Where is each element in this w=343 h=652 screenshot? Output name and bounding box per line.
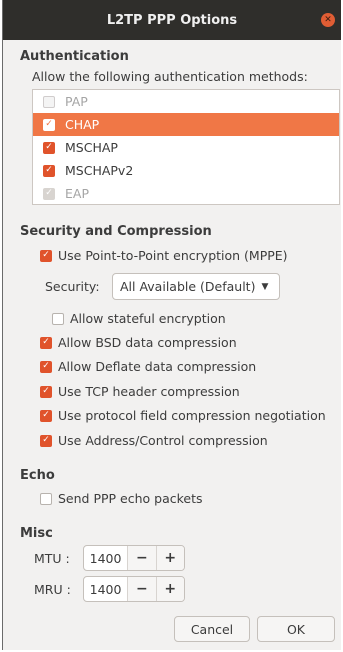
dialog-window: L2TP PPP Options ✕ Authentication Allow … [2, 0, 341, 650]
mru-spinbox: 1400 − + [83, 576, 185, 602]
auth-methods-list: PAP ✓ CHAP ✓ MSCHAP ✓ MSCHAPv2 ✓ EAP [32, 89, 340, 205]
stateful-option[interactable]: Allow stateful encryption [52, 311, 226, 326]
deflate-option[interactable]: ✓ Allow Deflate data compression [40, 359, 256, 374]
echo-heading: Echo [20, 468, 55, 483]
auth-method-label: CHAP [65, 117, 100, 132]
mru-increment-button[interactable]: + [155, 577, 184, 601]
echo-option[interactable]: Send PPP echo packets [40, 491, 203, 506]
misc-heading: Misc [20, 526, 53, 541]
chap-checkbox[interactable]: ✓ [43, 118, 55, 131]
auth-method-mschap[interactable]: ✓ MSCHAP [33, 136, 339, 159]
mschapv2-checkbox[interactable]: ✓ [43, 164, 55, 177]
close-icon[interactable]: ✕ [321, 13, 335, 27]
deflate-label: Allow Deflate data compression [58, 359, 257, 374]
pap-checkbox [43, 95, 55, 108]
tcp-label: Use TCP header compression [58, 384, 240, 399]
bsd-checkbox[interactable]: ✓ [40, 336, 52, 349]
authentication-subtitle: Allow the following authentication metho… [32, 69, 308, 84]
security-label: Security: [45, 279, 100, 294]
auth-method-label: MSCHAP [65, 140, 118, 155]
bsd-option[interactable]: ✓ Allow BSD data compression [40, 335, 237, 350]
mru-label: MRU : [34, 582, 71, 597]
deflate-checkbox[interactable]: ✓ [40, 360, 52, 373]
auth-method-label: PAP [65, 94, 88, 109]
auth-method-chap[interactable]: ✓ CHAP [33, 113, 339, 136]
stateful-checkbox[interactable] [52, 312, 64, 325]
mppe-label: Use Point-to-Point encryption (MPPE) [58, 248, 288, 263]
authentication-heading: Authentication [20, 49, 129, 64]
bsd-label: Allow BSD data compression [58, 335, 237, 350]
security-dropdown-value: All Available (Default) [120, 279, 256, 294]
eap-checkbox: ✓ [43, 187, 55, 200]
mtu-decrement-button[interactable]: − [127, 546, 156, 570]
mru-decrement-button[interactable]: − [127, 577, 156, 601]
chevron-down-icon: ▼ [261, 281, 269, 292]
tcp-checkbox[interactable]: ✓ [40, 385, 52, 398]
tcp-option[interactable]: ✓ Use TCP header compression [40, 384, 240, 399]
mtu-increment-button[interactable]: + [155, 546, 184, 570]
cancel-button[interactable]: Cancel [174, 616, 250, 642]
protocol-option[interactable]: ✓ Use protocol field compression negotia… [40, 408, 326, 423]
mschap-checkbox[interactable]: ✓ [43, 141, 55, 154]
protocol-checkbox[interactable]: ✓ [40, 409, 52, 422]
auth-method-pap: PAP [33, 90, 339, 113]
mtu-input[interactable]: 1400 [84, 546, 127, 570]
auth-method-mschapv2[interactable]: ✓ MSCHAPv2 [33, 159, 339, 182]
title-bar: L2TP PPP Options ✕ [3, 0, 341, 40]
echo-label: Send PPP echo packets [58, 491, 203, 506]
security-dropdown[interactable]: All Available (Default) ▼ [112, 273, 280, 300]
mru-input[interactable]: 1400 [84, 577, 127, 601]
address-option[interactable]: ✓ Use Address/Control compression [40, 433, 268, 448]
auth-method-eap: ✓ EAP [33, 182, 339, 205]
security-heading: Security and Compression [20, 224, 212, 239]
window-title: L2TP PPP Options [106, 12, 238, 28]
mppe-option[interactable]: ✓ Use Point-to-Point encryption (MPPE) [40, 248, 288, 263]
mtu-label: MTU : [34, 551, 70, 566]
echo-checkbox[interactable] [40, 492, 52, 505]
auth-method-label: EAP [65, 186, 89, 201]
protocol-label: Use protocol field compression negotiati… [58, 408, 326, 423]
mtu-spinbox: 1400 − + [83, 545, 185, 571]
mppe-checkbox[interactable]: ✓ [40, 249, 52, 262]
ok-button[interactable]: OK [257, 616, 335, 642]
address-label: Use Address/Control compression [58, 433, 268, 448]
stateful-label: Allow stateful encryption [70, 311, 226, 326]
auth-method-label: MSCHAPv2 [65, 163, 134, 178]
address-checkbox[interactable]: ✓ [40, 434, 52, 447]
